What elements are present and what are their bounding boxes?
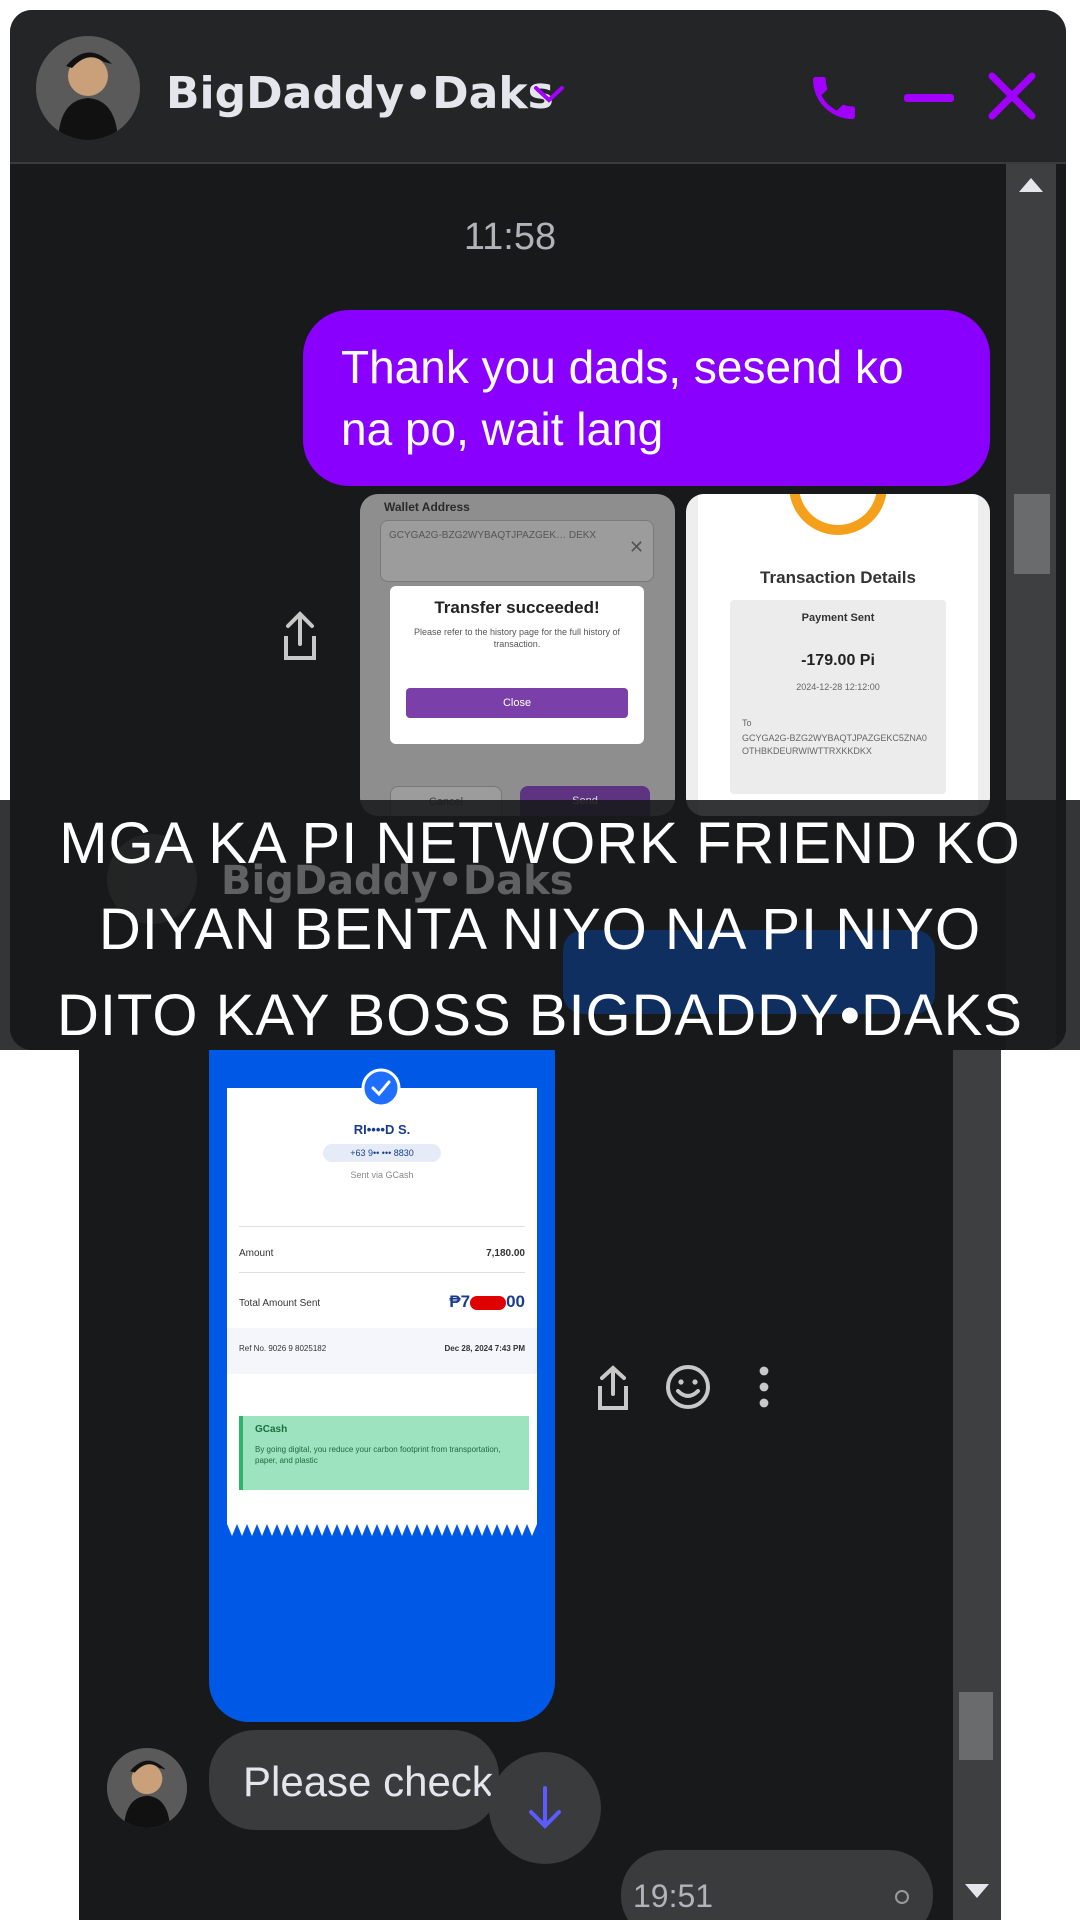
total-label: Total Amount Sent <box>239 1298 321 1309</box>
outgoing-message[interactable]: Thank you dads, sesend ko na po, wait la… <box>303 310 990 486</box>
wallet-address-text: GCYGA2G-BZG2WYBAQTJPAZGEK… DEKX <box>389 530 597 541</box>
scroll-up-icon[interactable] <box>1019 178 1043 192</box>
avatar-image <box>36 36 140 140</box>
scrollbar-thumb[interactable] <box>959 1692 993 1760</box>
close-icon[interactable] <box>986 70 1038 122</box>
avatar[interactable] <box>36 36 140 140</box>
chevron-down-icon[interactable] <box>532 84 566 106</box>
eco-title: GCash <box>255 1424 288 1435</box>
wallet-address-field: GCYGA2G-BZG2WYBAQTJPAZGEK… DEKX ✕ <box>380 520 654 582</box>
avatar[interactable] <box>107 1748 187 1828</box>
to-label: To <box>742 718 752 728</box>
message-text: Please check <box>243 1758 493 1805</box>
caption-line: DIYAN BENTA NIYO NA PI NIYO <box>98 897 982 962</box>
transaction-card: Payment Sent -179.00 Pi 2024-12-28 12:12… <box>730 600 946 794</box>
chat-header: BigDaddy•Daks <box>10 10 1066 164</box>
image-attachment-receipt[interactable]: RI••••D S. +63 9•• ••• 8830 Sent via GCa… <box>209 1050 555 1722</box>
contact-name[interactable]: BigDaddy•Daks <box>166 68 554 119</box>
total-value: ₱7 00 <box>427 1292 525 1312</box>
chat-window-bottom: RI••••D S. +63 9•• ••• 8830 Sent via GCa… <box>79 1050 1001 1920</box>
reference-row: Ref No. 9026 9 8025182 Dec 28, 2024 7:43… <box>227 1328 537 1374</box>
timestamp: 11:58 <box>463 216 557 258</box>
divider <box>239 1226 525 1227</box>
caption-line: MGA KA PI NETWORK FRIEND KO <box>59 811 1021 876</box>
minimize-icon[interactable] <box>904 94 954 102</box>
dialog-body: Please refer to the history page for the… <box>413 627 621 649</box>
sent-via: Sent via GCash <box>350 1170 414 1180</box>
transaction-title: Transaction Details <box>760 568 916 587</box>
success-dialog: Transfer succeeded! Please refer to the … <box>390 586 644 744</box>
outgoing-message[interactable]: 19:51 <box>621 1850 933 1920</box>
image-attachment-transfer[interactable]: Wallet Address GCYGA2G-BZG2WYBAQTJPAZGEK… <box>360 494 675 816</box>
smile-icon[interactable] <box>665 1364 711 1410</box>
payment-date: 2024-12-28 12:12:00 <box>796 682 880 692</box>
ref-date: Dec 28, 2024 7:43 PM <box>444 1344 526 1353</box>
arrow-down-icon <box>529 1786 561 1829</box>
avatar-image <box>107 1748 187 1828</box>
message-line: Thank you dads, sesend ko <box>341 341 904 393</box>
amount-value: 7,180.00 <box>486 1248 525 1259</box>
share-icon[interactable] <box>278 610 322 664</box>
read-status-icon <box>895 1890 909 1904</box>
more-vertical-icon[interactable] <box>759 1366 769 1408</box>
total-value-prefix: ₱7 <box>449 1292 471 1311</box>
receipt-paper: RI••••D S. +63 9•• ••• 8830 Sent via GCa… <box>227 1088 537 1536</box>
check-icon <box>361 1068 401 1108</box>
eco-body: By going digital, you reduce your carbon… <box>255 1445 501 1465</box>
divider <box>239 1272 525 1273</box>
caption-banner: BigDaddy•Daks MGA KA PI NETWORK FRIEND K… <box>0 800 1080 1050</box>
amount-label: Amount <box>239 1248 274 1259</box>
wallet-address-label: Wallet Address <box>384 500 470 514</box>
payment-amount: -179.00 Pi <box>801 652 875 669</box>
caption-line: DITO KAY BOSS BIGDADDY•DAKS <box>57 983 1023 1048</box>
image-attachment-transaction[interactable]: Transaction Details Payment Sent -179.00… <box>686 494 990 816</box>
scroll-to-bottom-button[interactable] <box>489 1752 601 1864</box>
recipient-name: RI••••D S. <box>353 1122 411 1137</box>
payment-sent-label: Payment Sent <box>801 612 875 624</box>
pi-logo-icon <box>789 494 887 535</box>
incoming-message[interactable]: Please check <box>209 1730 499 1830</box>
scroll-down-icon[interactable] <box>965 1884 989 1898</box>
share-icon[interactable] <box>593 1364 633 1412</box>
message-line: na po, wait lang <box>341 403 664 455</box>
dialog-title: Transfer succeeded! <box>434 598 600 617</box>
clear-icon: ✕ <box>629 537 645 558</box>
scrollbar-thumb[interactable] <box>1014 494 1050 574</box>
phone-icon[interactable] <box>806 70 862 126</box>
total-value-suffix: 00 <box>506 1292 525 1311</box>
receipt-zigzag <box>227 1524 537 1536</box>
dialog-close-button: Close <box>406 688 628 718</box>
message-time: 19:51 <box>633 1878 714 1914</box>
to-address: GCYGA2G-BZG2WYBAQTJPAZGEKC5ZNA0OTHBKDEUR… <box>742 733 927 756</box>
scrollbar-track[interactable] <box>953 1050 1001 1920</box>
redaction-mark <box>470 1295 507 1310</box>
eco-note: GCash By going digital, you reduce your … <box>239 1416 529 1490</box>
ref-number: Ref No. 9026 9 8025182 <box>239 1344 327 1353</box>
recipient-number: +63 9•• ••• 8830 <box>323 1144 441 1162</box>
